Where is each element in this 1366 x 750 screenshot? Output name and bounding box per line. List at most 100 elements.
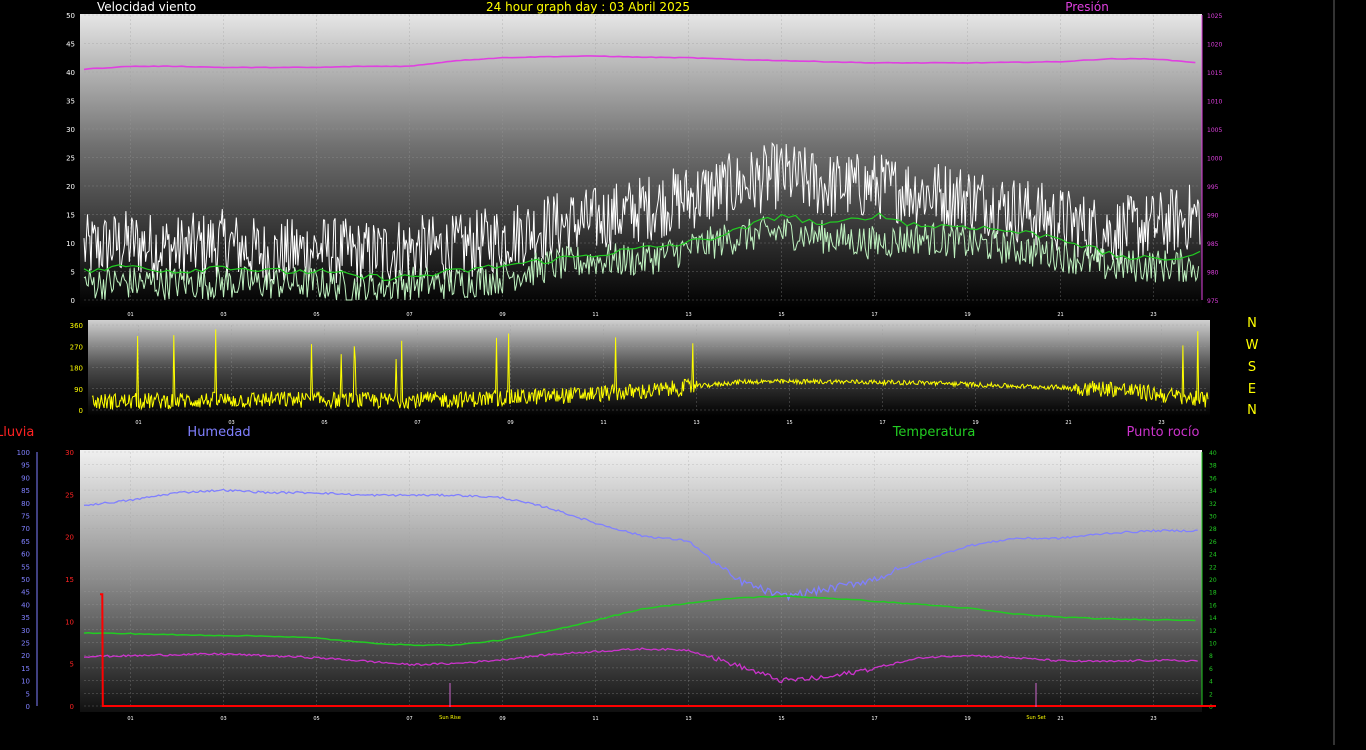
pressure-y-tick: 995: [1207, 184, 1219, 191]
humidity-y-tick: 70: [21, 525, 30, 533]
x-tick-label: 03: [220, 716, 226, 722]
weather-graph-page: 0 5 10 15 20 25 30 35 40 45 50 975 980 985 990 995 1000 1…: [0, 0, 1366, 745]
direction-y-tick: 270: [70, 343, 83, 351]
direction-y-tick: 90: [74, 386, 83, 394]
x-tick-label: 21: [1057, 716, 1063, 722]
wind-y-tick: 15: [66, 212, 75, 220]
x-tick-label: 13: [685, 312, 691, 318]
wind-y-tick: 30: [66, 126, 75, 134]
rain-title: Lluvia: [0, 425, 34, 440]
humidity-title: Humedad: [187, 425, 250, 440]
rain-y-tick: 10: [65, 618, 74, 626]
temperature-y-tick: 10: [1209, 641, 1217, 648]
compass-w: W: [1246, 338, 1259, 353]
humidity-y-tick: 10: [21, 678, 30, 686]
x-tick-label: 23: [1150, 312, 1156, 318]
humidity-y-tick: 30: [21, 627, 30, 635]
x-tick-label: 21: [1057, 312, 1063, 318]
wind-y-tick: 25: [66, 155, 75, 163]
temperature-y-tick: 28: [1209, 526, 1217, 533]
humidity-y-tick: 35: [21, 614, 30, 622]
humidity-y-tick: 5: [26, 690, 30, 698]
x-tick-label: 17: [871, 716, 877, 722]
temperature-chart-background: [80, 450, 1202, 712]
wind-y-tick: 45: [66, 41, 75, 49]
humidity-y-tick: 15: [21, 665, 30, 673]
humidity-y-tick: 60: [21, 551, 30, 559]
x-tick-label: 17: [879, 420, 885, 426]
x-tick-label: 05: [313, 716, 319, 722]
x-tick-label: 01: [127, 312, 133, 318]
x-tick-label: 19: [964, 716, 970, 722]
rain-y-tick: 25: [65, 491, 74, 499]
temperature-y-tick: 24: [1209, 552, 1217, 559]
temperature-y-tick: 32: [1209, 501, 1217, 508]
x-tick-label: 09: [499, 312, 505, 318]
x-tick-label: 15: [778, 312, 784, 318]
pressure-y-tick: 1005: [1207, 127, 1222, 134]
temperature-title: Temperatura: [892, 425, 976, 440]
pressure-title: Presión: [1065, 0, 1109, 14]
sunrise-label: Sun Rise: [439, 715, 461, 721]
x-tick-label: 07: [406, 312, 412, 318]
humidity-y-tick: 85: [21, 487, 30, 495]
x-tick-label: 01: [135, 420, 141, 426]
x-tick-label: 21: [1065, 420, 1071, 426]
humidity-y-tick: 95: [21, 462, 30, 470]
graph-title: 24 hour graph day : 03 Abril 2025: [486, 0, 690, 14]
humidity-y-tick: 65: [21, 538, 30, 546]
pressure-y-tick: 1015: [1207, 70, 1222, 77]
x-tick-label: 03: [220, 312, 226, 318]
temperature-y-tick: 16: [1209, 602, 1217, 609]
humidity-y-tick: 90: [21, 474, 30, 482]
temperature-y-tick: 2: [1209, 691, 1213, 698]
humidity-y-tick: 75: [21, 513, 30, 521]
humidity-y-tick: 45: [21, 589, 30, 597]
compass-e: E: [1248, 382, 1256, 397]
x-tick-label: 15: [778, 716, 784, 722]
pressure-y-tick: 975: [1207, 298, 1219, 305]
temperature-y-tick: 34: [1209, 488, 1217, 495]
rain-y-tick: 5: [70, 661, 74, 669]
x-tick-label: 13: [693, 420, 699, 426]
temperature-y-tick: 38: [1209, 463, 1217, 470]
humidity-y-tick: 100: [17, 449, 30, 457]
x-tick-label: 11: [592, 716, 598, 722]
temperature-y-tick: 8: [1209, 653, 1213, 660]
pressure-y-tick: 980: [1207, 270, 1219, 277]
direction-y-tick: 0: [79, 407, 83, 415]
x-tick-label: 11: [600, 420, 606, 426]
compass-n-top: N: [1247, 316, 1257, 331]
rain-y-tick: 15: [65, 576, 74, 584]
humidity-y-tick: 0: [26, 703, 30, 711]
x-tick-label: 01: [127, 716, 133, 722]
x-tick-label: 11: [592, 312, 598, 318]
dewpoint-title: Punto rocío: [1127, 425, 1200, 440]
temperature-y-tick: 14: [1209, 615, 1217, 622]
x-tick-label: 05: [321, 420, 327, 426]
temperature-y-tick: 20: [1209, 577, 1217, 584]
wind-y-tick: 40: [66, 69, 75, 77]
pressure-y-tick: 990: [1207, 213, 1219, 220]
wind-y-tick: 5: [71, 269, 75, 277]
rain-y-tick: 0: [70, 703, 74, 711]
compass-n-bottom: N: [1247, 403, 1257, 418]
direction-y-tick: 360: [70, 322, 83, 330]
x-tick-label: 07: [414, 420, 420, 426]
wind-y-tick: 50: [66, 12, 75, 20]
humidity-y-tick: 80: [21, 500, 30, 508]
weather-charts-svg: 0510152025303540455097598098599099510001…: [0, 0, 1335, 745]
humidity-y-tick: 20: [21, 652, 30, 660]
wind-y-tick: 35: [66, 98, 75, 106]
compass-s: S: [1248, 360, 1256, 375]
temperature-y-tick: 22: [1209, 564, 1217, 571]
pressure-y-tick: 1025: [1207, 13, 1222, 20]
sunset-label: Sun Set: [1026, 715, 1045, 721]
x-tick-label: 05: [313, 312, 319, 318]
wind-y-tick: 0: [71, 297, 75, 305]
x-tick-label: 17: [871, 312, 877, 318]
wind-y-tick: 10: [66, 240, 75, 248]
x-tick-label: 07: [406, 716, 412, 722]
temperature-y-tick: 26: [1209, 539, 1217, 546]
wind-y-tick: 20: [66, 183, 75, 191]
